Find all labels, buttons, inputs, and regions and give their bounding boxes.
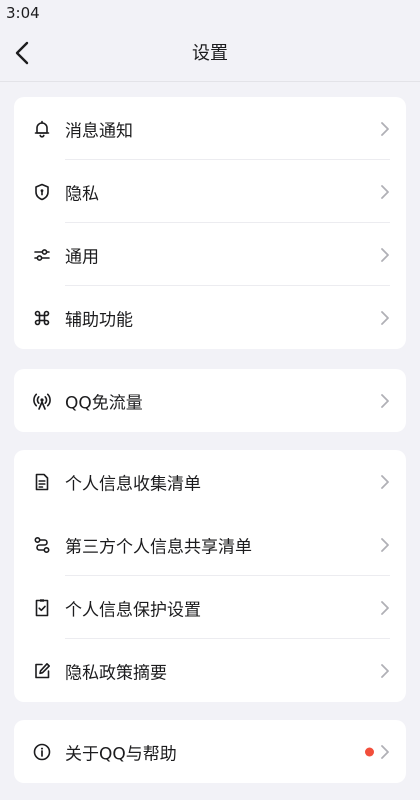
chevron-right-icon	[380, 393, 390, 409]
chevron-right-icon	[380, 184, 390, 200]
nav-bar: 设置	[0, 26, 420, 82]
page-title: 设置	[192, 43, 228, 64]
document-icon	[32, 472, 52, 492]
settings-item-label: 个人信息收集清单	[65, 474, 201, 494]
chevron-right-icon	[380, 744, 390, 760]
settings-group-data: QQ免流量	[14, 369, 406, 432]
settings-item-third-party-sharing[interactable]: 第三方个人信息共享清单	[14, 513, 406, 576]
chevron-right-icon	[380, 537, 390, 553]
settings-item-info-collection[interactable]: 个人信息收集清单	[14, 450, 406, 513]
settings-item-about-help[interactable]: 关于QQ与帮助	[14, 720, 406, 783]
settings-item-privacy[interactable]: 隐私	[14, 160, 406, 223]
chevron-right-icon	[380, 474, 390, 490]
shield-icon	[32, 182, 52, 202]
chevron-right-icon	[380, 600, 390, 616]
settings-item-general[interactable]: 通用	[14, 223, 406, 286]
back-button[interactable]	[8, 36, 36, 70]
sliders-icon	[32, 245, 52, 265]
settings-item-notifications[interactable]: 消息通知	[14, 97, 406, 160]
settings-item-info-protection[interactable]: 个人信息保护设置	[14, 576, 406, 639]
settings-item-label: 通用	[65, 247, 99, 267]
share-icon	[32, 535, 52, 555]
command-icon	[32, 308, 52, 328]
settings-item-label: 第三方个人信息共享清单	[65, 537, 252, 557]
chevron-right-icon	[380, 310, 390, 326]
settings-item-label: 隐私	[65, 184, 99, 204]
checkbox-doc-icon	[32, 598, 52, 618]
edit-icon	[32, 661, 52, 681]
status-bar: 3:04	[0, 0, 420, 26]
antenna-icon	[32, 391, 52, 411]
notification-dot	[365, 747, 374, 756]
chevron-right-icon	[380, 247, 390, 263]
chevron-left-icon	[15, 41, 29, 65]
chevron-right-icon	[380, 663, 390, 679]
settings-item-label: 隐私政策摘要	[65, 663, 167, 683]
settings-item-label: 辅助功能	[65, 310, 133, 330]
chevron-right-icon	[380, 121, 390, 137]
settings-item-accessibility[interactable]: 辅助功能	[14, 286, 406, 349]
settings-item-label: 关于QQ与帮助	[65, 744, 177, 764]
settings-group-general: 消息通知 隐私 通用 辅助功能	[14, 97, 406, 349]
settings-item-label: QQ免流量	[65, 393, 143, 413]
settings-group-personal-info: 个人信息收集清单 第三方个人信息共享清单 个人信息保护设置 隐私政策摘要	[14, 450, 406, 702]
settings-item-privacy-policy[interactable]: 隐私政策摘要	[14, 639, 406, 702]
settings-item-label: 个人信息保护设置	[65, 600, 201, 620]
settings-group-about: 关于QQ与帮助	[14, 720, 406, 783]
info-icon	[32, 742, 52, 762]
status-time: 3:04	[6, 4, 40, 22]
bell-icon	[32, 119, 52, 139]
settings-item-label: 消息通知	[65, 121, 133, 141]
settings-item-free-data[interactable]: QQ免流量	[14, 369, 406, 432]
